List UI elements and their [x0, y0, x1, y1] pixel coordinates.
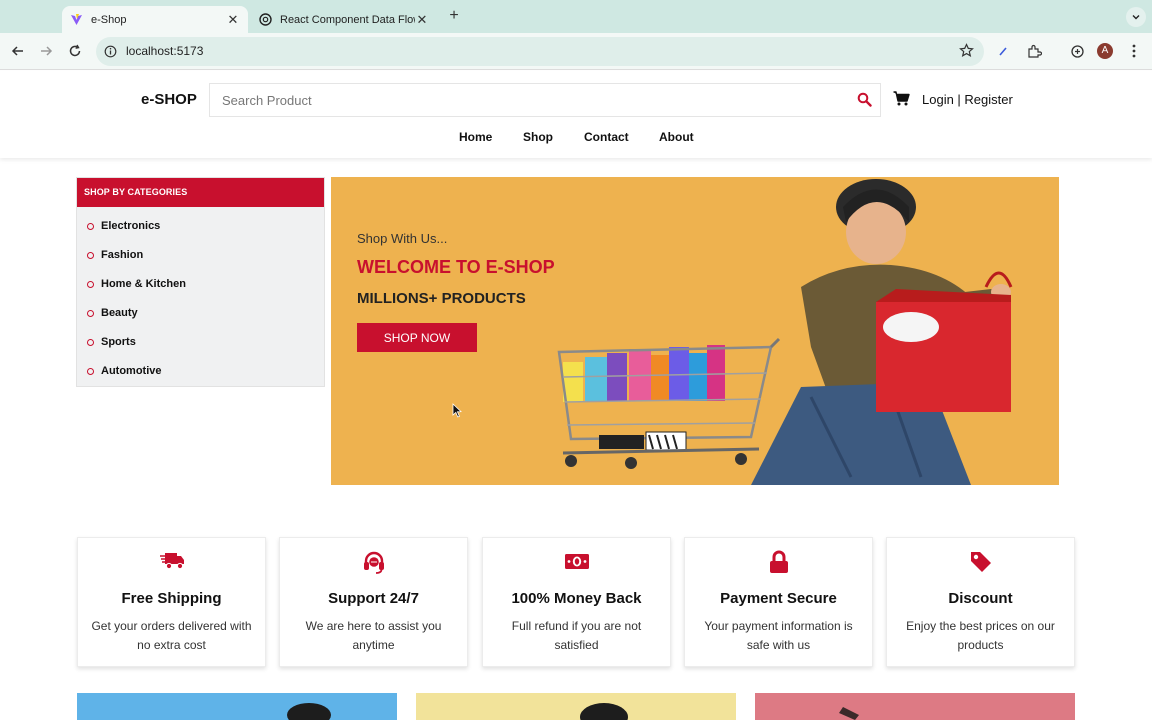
browser-toolbar: localhost:5173	[0, 33, 1152, 70]
money-icon	[483, 550, 670, 572]
feature-description: Your payment information is safe with us	[704, 619, 853, 652]
category-item-sports[interactable]: Sports	[87, 332, 324, 361]
circle-bullet-icon	[87, 252, 94, 259]
circle-bullet-icon	[87, 339, 94, 346]
promo-banner-1[interactable]	[77, 693, 397, 720]
feature-title: 100% Money Back	[511, 590, 642, 607]
feature-card-payment-secure: Payment Secure Your payment information …	[684, 537, 873, 667]
nav-contact[interactable]: Contact	[584, 130, 629, 144]
feature-card-discount: Discount Enjoy the best prices on our pr…	[886, 537, 1075, 667]
bookmark-star-icon[interactable]	[959, 43, 974, 63]
shop-now-button[interactable]: SHOP NOW	[357, 323, 477, 352]
category-item-fashion[interactable]: Fashion	[87, 245, 324, 274]
category-label: Electronics	[101, 220, 161, 232]
search-input[interactable]	[210, 84, 850, 116]
tab-react-data-flow[interactable]: React Component Data Flow ✕	[251, 6, 437, 33]
main-nav: Home Shop Contact About	[0, 130, 1152, 148]
feature-description: We are here to assist you anytime	[305, 619, 442, 652]
search-box	[209, 83, 881, 117]
browser-tab-strip: e-Shop ✕ React Component Data Flow ✕ +	[0, 0, 1152, 33]
circle-bullet-icon	[87, 281, 94, 288]
category-sidebar: SHOP BY CATEGORIES Electronics Fashion H…	[76, 177, 325, 387]
nav-home[interactable]: Home	[459, 130, 492, 144]
lock-icon	[685, 550, 872, 574]
promo-banner-3[interactable]	[755, 693, 1075, 720]
hero-kicker: Shop With Us...	[357, 231, 448, 246]
feature-card-money-back: 100% Money Back Full refund if you are n…	[482, 537, 671, 667]
category-item-home-kitchen[interactable]: Home & Kitchen	[87, 274, 324, 303]
browser-menu-icon[interactable]	[1125, 42, 1143, 60]
hero-subtitle: MILLIONS+ PRODUCTS	[357, 290, 526, 307]
back-icon[interactable]	[9, 42, 27, 60]
feature-card-free-shipping: Free Shipping Get your orders delivered …	[77, 537, 266, 667]
circle-bullet-icon	[87, 310, 94, 317]
tab-eshop[interactable]: e-Shop ✕	[62, 6, 248, 33]
category-label: Sports	[101, 336, 136, 348]
category-label: Beauty	[101, 307, 138, 319]
chatgpt-extension-icon[interactable]	[1068, 42, 1086, 60]
search-icon[interactable]	[857, 92, 872, 112]
new-tab-icon[interactable]: +	[446, 8, 462, 24]
category-item-automotive[interactable]: Automotive	[87, 361, 324, 390]
nav-shop[interactable]: Shop	[523, 130, 553, 144]
feature-card-support: Support 24/7 We are here to assist you a…	[279, 537, 468, 667]
site-info-icon[interactable]	[104, 45, 117, 63]
promo-banner-2[interactable]	[416, 693, 736, 720]
mouse-cursor-icon	[452, 403, 462, 423]
category-label: Fashion	[101, 249, 144, 261]
openai-logo-icon	[259, 13, 272, 26]
category-heading: SHOP BY CATEGORIES	[77, 178, 324, 207]
address-bar[interactable]: localhost:5173	[96, 37, 984, 66]
feature-title: Discount	[948, 590, 1013, 607]
feature-title: Support 24/7	[328, 590, 419, 607]
category-item-electronics[interactable]: Electronics	[87, 216, 324, 245]
category-item-beauty[interactable]: Beauty	[87, 303, 324, 332]
site-header: e-SHOP Login | Register Home Shop Contac…	[0, 71, 1152, 158]
reload-icon[interactable]	[66, 42, 84, 60]
circle-bullet-icon	[87, 223, 94, 230]
feature-description: Full refund if you are not satisfied	[511, 619, 642, 652]
hero-title: WELCOME TO E-SHOP	[357, 257, 555, 277]
feature-description: Enjoy the best prices on our products	[906, 619, 1055, 652]
tab-title: e-Shop	[91, 13, 127, 26]
login-register-link[interactable]: Login | Register	[922, 92, 1013, 107]
extensions-puzzle-icon[interactable]	[1025, 42, 1043, 60]
site-logo[interactable]: e-SHOP	[141, 91, 197, 108]
url-text: localhost:5173	[126, 44, 204, 58]
forward-icon[interactable]	[37, 42, 55, 60]
shopping-cart-illustration	[557, 337, 781, 469]
tab-title: React Component Data Flow	[280, 13, 415, 26]
truck-icon	[78, 550, 265, 572]
close-tab-icon[interactable]: ✕	[415, 12, 429, 27]
tag-icon	[887, 550, 1074, 574]
category-label: Automotive	[101, 365, 162, 377]
headset-icon	[280, 550, 467, 574]
close-tab-icon[interactable]: ✕	[226, 12, 240, 27]
category-label: Home & Kitchen	[101, 278, 186, 290]
profile-avatar[interactable]: A	[1097, 43, 1113, 59]
feature-title: Payment Secure	[720, 590, 837, 607]
feature-description: Get your orders delivered with no extra …	[91, 619, 252, 652]
nav-about[interactable]: About	[659, 130, 694, 144]
vite-logo-icon	[70, 13, 83, 26]
cart-icon[interactable]	[893, 91, 910, 111]
circle-bullet-icon	[87, 368, 94, 375]
feature-title: Free Shipping	[121, 590, 222, 607]
tab-search-icon[interactable]	[1126, 7, 1146, 27]
extension-pen-icon[interactable]	[994, 42, 1012, 60]
hero-banner: Shop With Us... WELCOME TO E-SHOP MILLIO…	[331, 177, 1059, 485]
